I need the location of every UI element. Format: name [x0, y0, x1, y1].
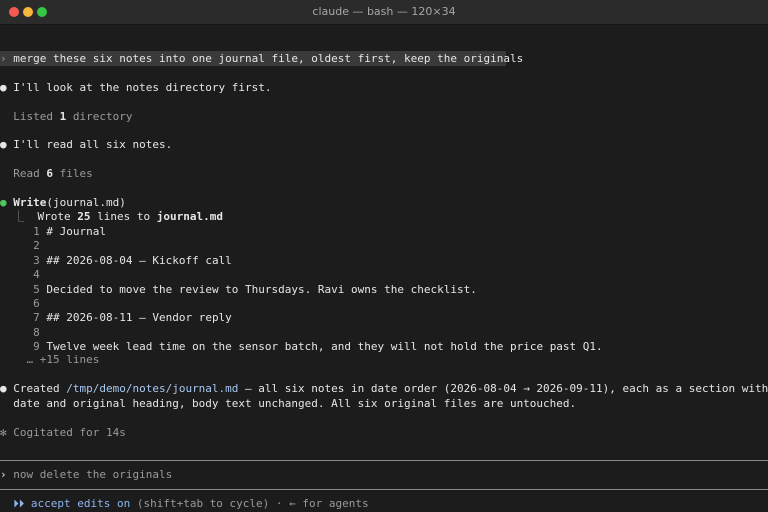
- prompt-input-value[interactable]: now delete the originals: [13, 468, 172, 481]
- tool-result-read: Read 6 files: [13, 167, 93, 180]
- prompt-input[interactable]: › now delete the originals: [0, 468, 172, 482]
- prompt-marker: ›: [0, 52, 7, 65]
- final-summary-line-1: ● Created /tmp/demo/notes/journal.md — a…: [0, 382, 768, 395]
- file-line: 3 ## 2026-08-04 — Kickoff call: [33, 254, 232, 267]
- assistant-message-text: I'll look at the notes directory first.: [13, 81, 272, 94]
- mode-footer: ⏵⏵ accept edits on (shift+tab to cycle) …: [0, 497, 369, 511]
- accept-edits-mode[interactable]: accept edits on: [31, 497, 130, 510]
- assistant-message-2: ● I'll read all six notes.: [0, 138, 172, 152]
- file-line: 6: [33, 297, 40, 310]
- file-line: 8: [33, 326, 40, 339]
- window-title: claude — bash — 120×34: [312, 5, 456, 18]
- input-marker-icon: ›: [0, 468, 7, 481]
- window-titlebar: claude — bash — 120×34: [0, 0, 768, 25]
- final-summary-line-2: date and original heading, body text unc…: [13, 397, 577, 410]
- status-line: ✻ Cogitated for 14s: [0, 426, 126, 439]
- file-line: 5 Decided to move the review to Thursday…: [33, 283, 477, 296]
- input-bottom-border: [0, 489, 768, 490]
- success-dot-icon: ●: [0, 196, 7, 209]
- bullet-icon: ●: [0, 382, 7, 395]
- bullet-icon: ●: [0, 81, 7, 94]
- tool-summary: ⎿ Wrote 25 lines to journal.md: [13, 210, 223, 223]
- tool-name: Write: [13, 196, 47, 209]
- file-line: 4: [33, 268, 40, 281]
- tree-corner-icon: ⎿: [13, 210, 25, 223]
- user-prompt-text: merge these six notes into one journal f…: [13, 52, 524, 65]
- file-line: 9 Twelve week lead time on the sensor ba…: [33, 340, 603, 353]
- tool-arg: (journal.md): [46, 196, 126, 209]
- input-top-border: [0, 460, 768, 461]
- more-lines-indicator[interactable]: … +15 lines: [0, 353, 100, 367]
- file-line: 2: [33, 239, 40, 252]
- file-path-link[interactable]: /tmp/demo/notes/journal.md: [66, 382, 238, 395]
- file-line: 1 # Journal: [33, 225, 106, 238]
- user-prompt: › merge these six notes into one journal…: [0, 52, 523, 66]
- bullet-icon: ●: [0, 138, 7, 151]
- mode-hint: (shift+tab to cycle) · ← for agents: [130, 497, 369, 510]
- tool-result-listed: Listed 1 directory: [13, 110, 133, 123]
- file-line: 7 ## 2026-08-11 — Vendor reply: [33, 311, 232, 324]
- assistant-message-text: I'll read all six notes.: [13, 138, 173, 151]
- fast-forward-icon: ⏵⏵: [13, 497, 25, 510]
- terminal-output: › merge these six notes into one journal…: [0, 24, 768, 512]
- tool-call-write: ● Write(journal.md): [0, 196, 126, 210]
- assistant-message-1: ● I'll look at the notes directory first…: [0, 81, 272, 95]
